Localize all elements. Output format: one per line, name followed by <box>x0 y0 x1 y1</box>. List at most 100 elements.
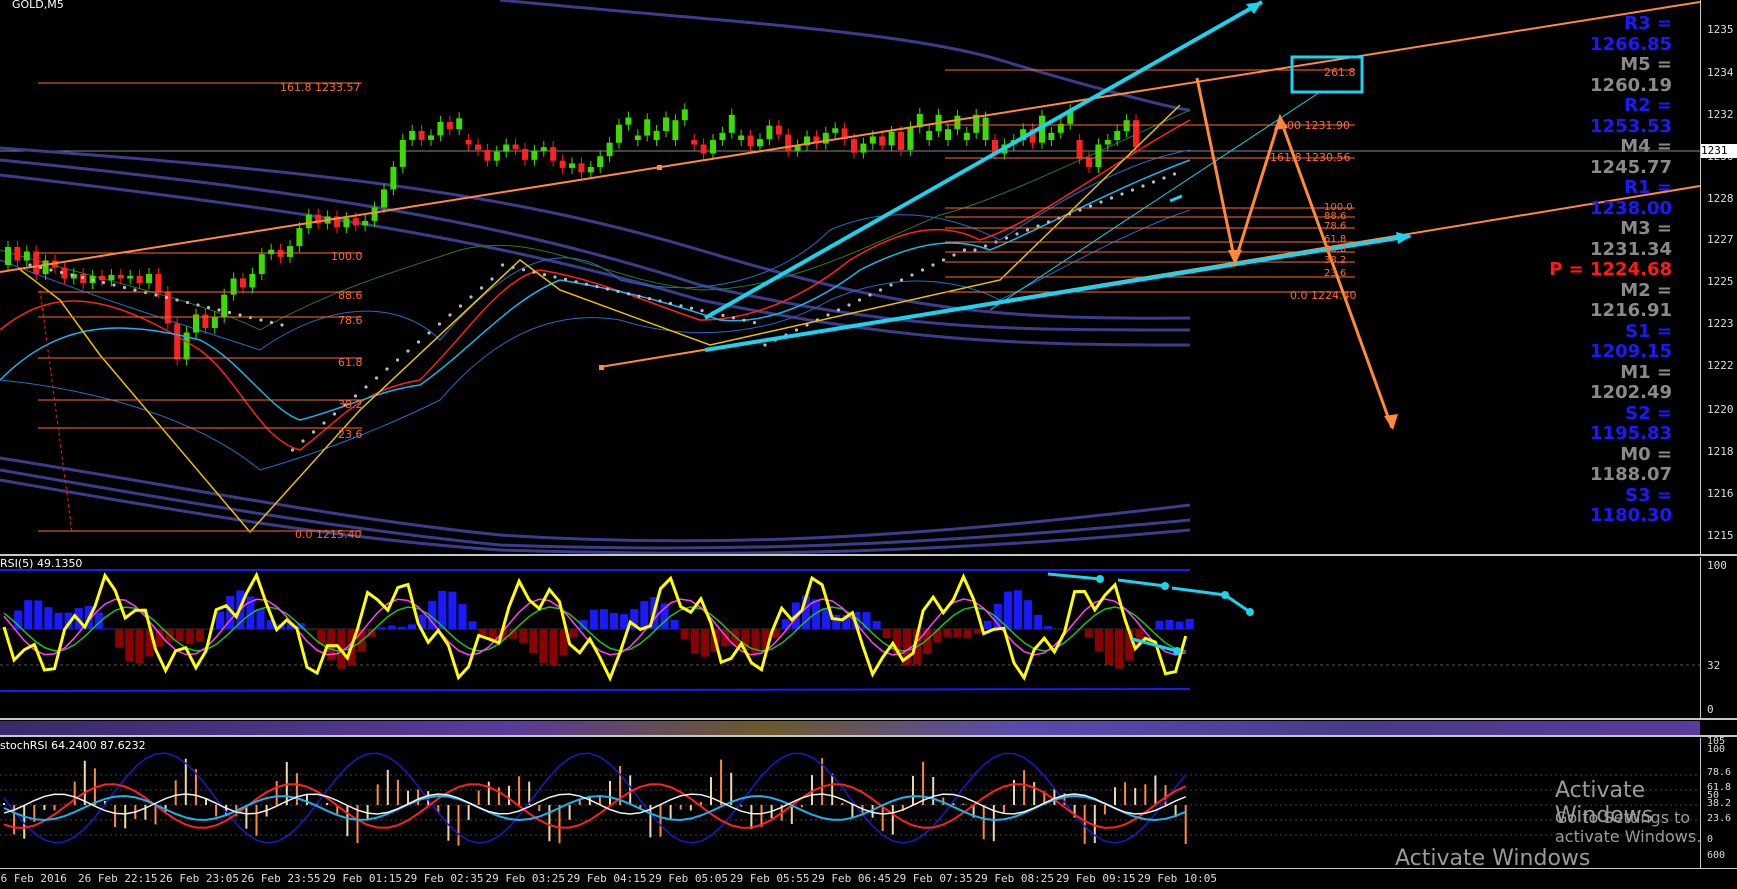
pane-separator[interactable] <box>0 718 1737 720</box>
rsi-label: RSI(5) 49.1350 <box>0 557 83 570</box>
sar-dot <box>217 308 221 312</box>
candle-body <box>710 140 716 154</box>
stoch-label: stochRSI 64.2400 87.6232 <box>0 739 146 752</box>
rsi-histogram-bar <box>519 629 528 643</box>
sar-dot <box>658 299 662 303</box>
rsi-lower-band <box>0 688 1191 692</box>
dotted-line <box>39 289 73 533</box>
stoch-blue <box>3 752 1187 844</box>
current-price-tag: 1231 <box>1701 144 1737 158</box>
rsi-histogram-bar <box>539 629 548 663</box>
candle-body <box>728 114 735 133</box>
sar-dot <box>238 313 242 317</box>
rsi-histogram-bar <box>832 614 841 629</box>
sar-dot <box>920 268 925 272</box>
fib-label-right: 50.0 <box>1324 244 1347 255</box>
candle-body <box>362 220 369 226</box>
envelope-band <box>499 0 1191 112</box>
pivot-level: M2 = 1216.91 <box>1590 279 1672 321</box>
sar-dot <box>206 305 211 310</box>
candle-body <box>832 128 839 133</box>
sar-dot <box>91 278 95 282</box>
sar-dot <box>889 283 893 287</box>
candle-body <box>522 149 528 160</box>
rsi-histogram-bar <box>943 629 952 637</box>
rsi-indicator[interactable] <box>0 557 1700 719</box>
candle-body <box>399 139 406 167</box>
sar-dot <box>952 253 956 257</box>
fib-label-right: 38.2 <box>1324 255 1347 266</box>
candle-body <box>343 218 350 228</box>
candle-body <box>747 135 754 147</box>
stoch-axis-tick: 600 <box>1707 850 1726 861</box>
sar-dot <box>910 273 914 277</box>
sar-dot <box>164 295 169 300</box>
time-label: 29 Feb 07:35 <box>893 872 973 885</box>
fib-label-right: 0.0 1224.40 <box>1290 289 1357 302</box>
rsi-histogram-bar <box>24 600 33 629</box>
candle-body <box>465 140 472 145</box>
sar-dot <box>1141 184 1145 188</box>
rsi-histogram-bar <box>185 629 194 645</box>
price-axis-tick: 1232 <box>1707 108 1734 121</box>
sar-dot <box>563 277 568 281</box>
candle-body <box>851 139 857 153</box>
sar-dot <box>1109 196 1114 200</box>
watermark-line2: Go to Settings to activate Windows. <box>1555 808 1702 846</box>
candle-body <box>1076 140 1083 158</box>
sar-dot <box>196 303 200 307</box>
pivot-level: P = 1224.68 <box>1549 259 1672 280</box>
pane-separator[interactable] <box>0 554 1737 556</box>
sar-dot <box>752 321 757 325</box>
rsi-histogram-bar <box>54 612 63 629</box>
sar-dot <box>259 318 263 322</box>
candle-body <box>587 167 594 173</box>
sar-dot <box>133 288 137 292</box>
sar-dot <box>553 275 557 279</box>
candle-body <box>446 121 453 130</box>
candle-body <box>888 131 895 146</box>
sar-dot <box>521 268 526 272</box>
price-chart[interactable] <box>0 0 1701 555</box>
sar-dot <box>301 439 305 443</box>
fib-label-left: 88.6 <box>338 289 363 302</box>
sar-dot <box>1099 200 1103 204</box>
main-chart-pane[interactable]: GOLD,M5 <box>0 0 1701 555</box>
price-axis-tick: 1227 <box>1707 233 1734 246</box>
sar-dot <box>1130 188 1135 192</box>
chart-title: GOLD,M5 <box>12 0 64 11</box>
candle-body <box>531 150 538 160</box>
rsi-histogram-bar <box>983 620 992 629</box>
pane-separator[interactable] <box>0 735 1737 737</box>
rsi-histogram-bar <box>1104 629 1113 665</box>
rsi-pane[interactable]: RSI(5) 49.1350 <box>0 557 1700 719</box>
pivot-level: S3 = 1180.30 <box>1590 484 1672 526</box>
candle-body <box>484 149 491 161</box>
divergence-arrow <box>1047 572 1101 581</box>
sar-dot <box>1025 228 1030 232</box>
candle-body <box>174 323 181 360</box>
sar-dot <box>322 421 326 425</box>
candle-body <box>963 132 970 140</box>
candle-body <box>418 130 425 140</box>
sar-dot <box>983 244 988 248</box>
fib-label-right: 100 1231.90 <box>1280 119 1350 132</box>
candle-body <box>1048 132 1055 140</box>
sar-dot <box>175 298 179 302</box>
sar-dot <box>406 349 410 353</box>
time-label: 26 Feb 23:55 <box>241 872 321 885</box>
price-axis-tick: 1228 <box>1707 192 1734 205</box>
zigzag-line <box>17 104 1181 534</box>
stoch-axis-tick: 100 <box>1707 744 1726 755</box>
candle-body <box>982 117 989 140</box>
rsi-histogram-bar <box>620 614 629 629</box>
rsi-histogram-bar <box>670 619 679 629</box>
rsi-histogram-bar <box>135 629 144 664</box>
rsi-histogram-bar <box>589 609 598 629</box>
candle-body <box>785 134 792 151</box>
sar-dot <box>616 289 620 293</box>
pivot-level: R2 = 1253.53 <box>1590 95 1672 137</box>
candle-body <box>437 121 444 136</box>
candle-body <box>691 140 698 145</box>
rsi-histogram-bar <box>1165 619 1174 629</box>
